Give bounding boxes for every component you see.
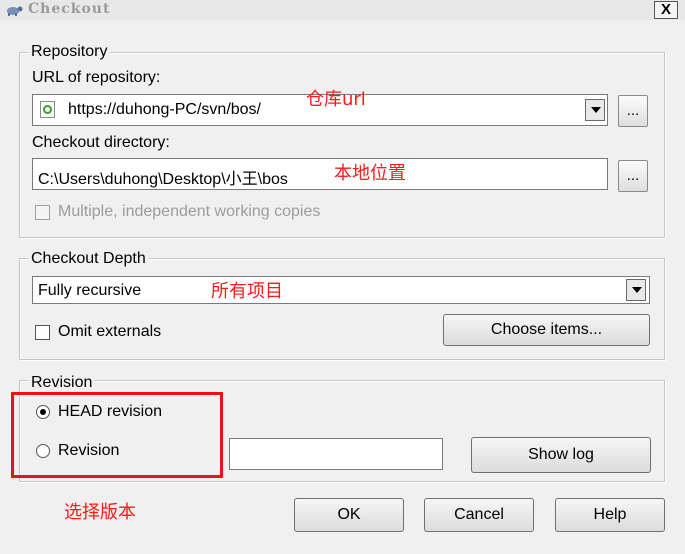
svn-repository-icon [40, 101, 55, 118]
help-button[interactable]: Help [555, 498, 665, 532]
omit-externals-checkbox[interactable] [35, 325, 50, 340]
repository-group-label: Repository [28, 43, 111, 61]
ok-button[interactable]: OK [294, 498, 404, 532]
multiple-copies-label: Multiple, independent working copies [58, 203, 321, 220]
checkout-depth-group-label: Checkout Depth [28, 250, 149, 268]
url-browse-button[interactable]: ... [618, 95, 648, 127]
checkout-directory-label: Checkout directory: [32, 134, 170, 151]
cancel-button[interactable]: Cancel [424, 498, 534, 532]
turtle-svn-icon [7, 6, 23, 16]
revision-number-input[interactable] [229, 438, 443, 470]
multiple-copies-checkbox[interactable] [35, 205, 50, 220]
url-value: https://duhong-PC/svn/bos/ [68, 101, 261, 118]
revision-group-label: Revision [28, 374, 96, 392]
directory-browse-button[interactable]: ... [618, 160, 648, 192]
directory-annotation: 本地位置 [334, 163, 406, 184]
omit-externals-label: Omit externals [58, 323, 162, 340]
revision-annotation: 选择版本 [64, 502, 136, 523]
depth-select[interactable]: Fully recursive [32, 276, 650, 304]
depth-value: Fully recursive [38, 282, 142, 299]
window-title: Checkout [28, 1, 111, 17]
url-label: URL of repository: [32, 69, 161, 86]
depth-dropdown-button[interactable] [626, 279, 646, 301]
url-annotation: 仓库url [306, 89, 366, 110]
checkout-directory-value: C:\Users\duhong\Desktop\小王\bos [38, 171, 288, 188]
choose-items-button[interactable]: Choose items... [443, 314, 650, 346]
close-button[interactable]: X [654, 1, 678, 19]
depth-annotation: 所有项目 [211, 281, 283, 302]
show-log-button[interactable]: Show log [471, 437, 651, 473]
title-bar: Checkout X [0, 0, 685, 20]
revision-highlight-box [11, 392, 223, 478]
checkout-directory-input[interactable]: C:\Users\duhong\Desktop\小王\bos [32, 158, 608, 190]
url-dropdown-button[interactable] [585, 99, 605, 121]
